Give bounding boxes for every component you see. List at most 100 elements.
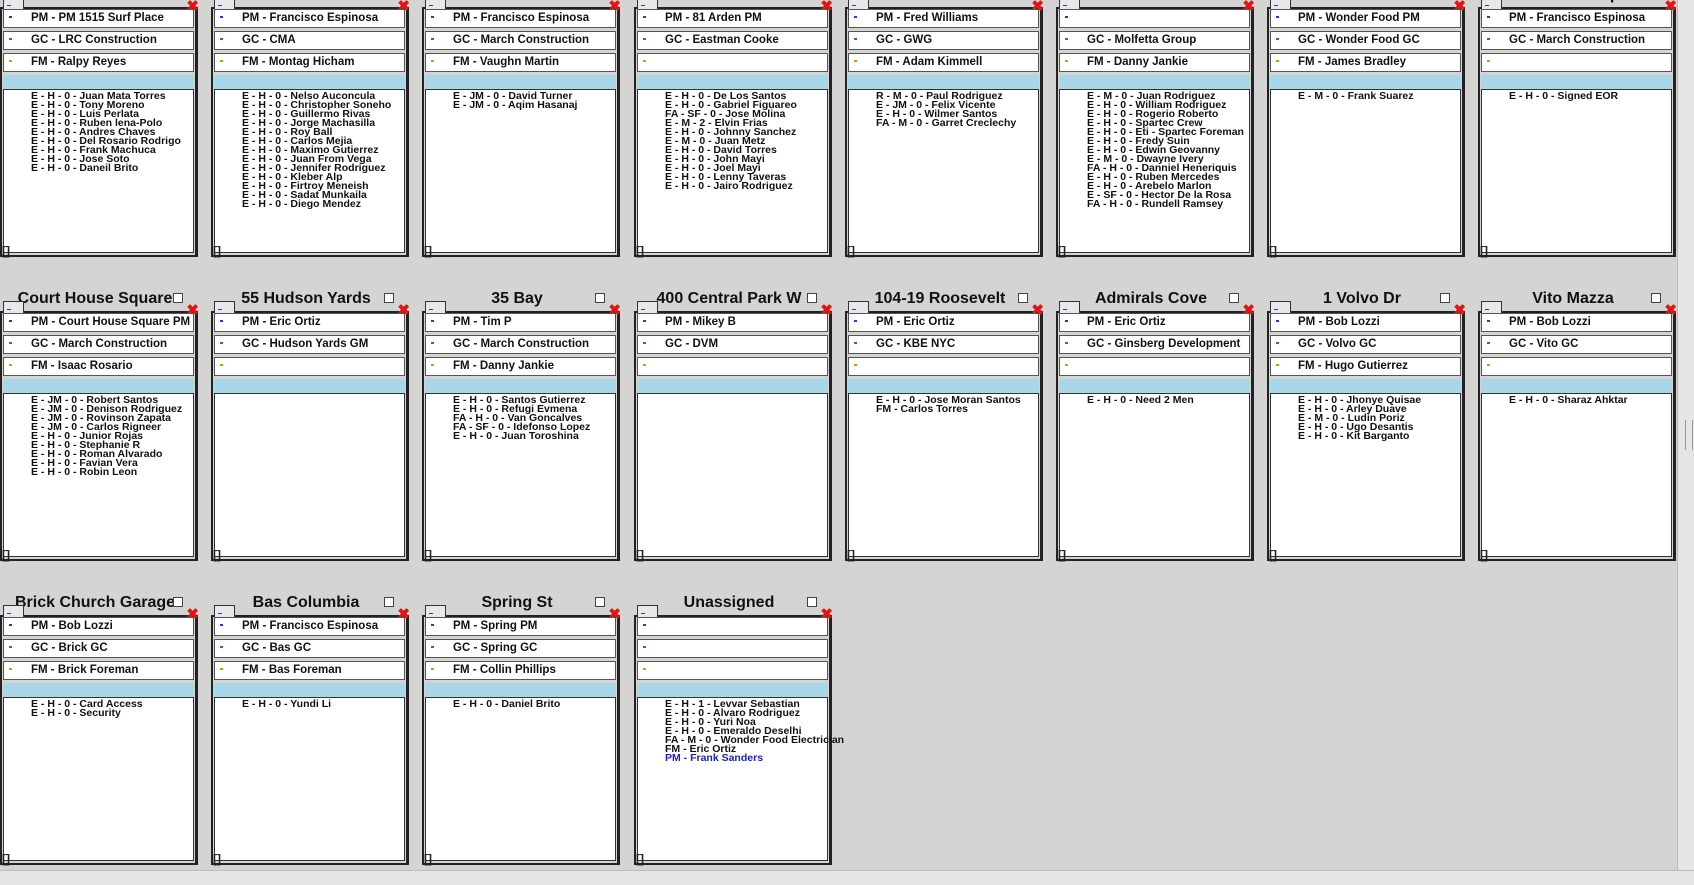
gc-row[interactable]: GC - Wonder Food GC [1270, 31, 1461, 50]
pm-row[interactable]: PM - Francisco Espinosa [214, 617, 405, 636]
resize-handle-icon[interactable]: [] [213, 853, 221, 865]
resize-handle-icon[interactable]: [] [1480, 245, 1488, 257]
pm-row[interactable]: PM - Bob Lozzi [1270, 313, 1461, 332]
fm-row[interactable] [637, 53, 828, 72]
worker-entry[interactable]: E - H - 0 - Kit Barganto [1298, 431, 1460, 442]
fm-row[interactable]: FM - Hugo Gutierrez [1270, 357, 1461, 376]
pm-row[interactable]: PM - Francisco Espinosa [425, 9, 616, 28]
resize-handle-icon[interactable]: [] [1269, 245, 1277, 257]
fm-row[interactable] [848, 357, 1039, 376]
pm-row[interactable]: PM - Eric Ortiz [1059, 313, 1250, 332]
resize-handle-icon[interactable]: [] [424, 245, 432, 257]
worker-list[interactable]: E - H - 0 - Need 2 Men [1059, 393, 1250, 557]
resize-handle-icon[interactable]: [] [2, 549, 10, 561]
pm-row[interactable]: PM - Fred Williams [848, 9, 1039, 28]
gc-row[interactable]: GC - CMA [214, 31, 405, 50]
pm-row[interactable]: PM - Tim P [425, 313, 616, 332]
resize-handle-icon[interactable]: [] [424, 853, 432, 865]
fm-row[interactable] [1481, 357, 1672, 376]
worker-entry[interactable]: E - M - 0 - Frank Suarez [1298, 91, 1460, 102]
worker-list[interactable]: E - H - 0 - Yundi Li [214, 697, 405, 861]
resize-handle-icon[interactable]: [] [424, 549, 432, 561]
fm-row[interactable] [1481, 53, 1672, 72]
gc-row[interactable]: GC - Volvo GC [1270, 335, 1461, 354]
worker-entry[interactable]: E - H - 0 - Jairo Rodriguez [665, 181, 827, 192]
gc-row[interactable]: GC - DVM [637, 335, 828, 354]
worker-list[interactable]: R - M - 0 - Paul Rodriguez E - JM - 0 - F… [848, 89, 1039, 253]
fm-row[interactable] [637, 357, 828, 376]
worker-list[interactable]: E - H - 0 - Daniel Brito [425, 697, 616, 861]
worker-entry[interactable]: FA - H - 0 - Rundell Ramsey [1087, 199, 1249, 210]
worker-entry[interactable]: E - H - 0 - Need 2 Men [1087, 395, 1249, 406]
resize-handle-icon[interactable]: [] [1058, 245, 1066, 257]
resize-handle-icon[interactable]: [] [1269, 549, 1277, 561]
fm-row[interactable]: FM - Collin Phillips [425, 661, 616, 680]
pm-row[interactable]: PM - Bob Lozzi [1481, 313, 1672, 332]
worker-list[interactable]: E - H - 0 - Signed EOR [1481, 89, 1672, 253]
gc-row[interactable]: GC - Brick GC [3, 639, 194, 658]
fm-row[interactable] [637, 661, 828, 680]
fm-row[interactable]: FM - Vaughn Martin [425, 53, 616, 72]
gc-row[interactable]: GC - GWG [848, 31, 1039, 50]
checkbox-icon[interactable] [1018, 293, 1028, 303]
checkbox-icon[interactable] [807, 293, 817, 303]
pm-row[interactable]: PM - Court House Square PM [3, 313, 194, 332]
checkbox-icon[interactable] [173, 293, 183, 303]
resize-handle-icon[interactable]: [] [213, 549, 221, 561]
checkbox-icon[interactable] [173, 597, 183, 607]
pm-row[interactable]: PM - Spring PM [425, 617, 616, 636]
fm-row[interactable]: FM - Brick Foreman [3, 661, 194, 680]
worker-list[interactable]: E - H - 1 - Levvar Sebastian E - H - 0 - … [637, 697, 844, 861]
worker-list[interactable] [637, 393, 828, 557]
worker-entry[interactable]: E - H - 0 - Diego Mendez [242, 199, 404, 210]
resize-handle-icon[interactable]: [] [1480, 549, 1488, 561]
worker-entry[interactable]: E - H - 0 - Yundi Li [242, 699, 404, 710]
resize-handle-icon[interactable]: [] [636, 853, 644, 865]
worker-list[interactable]: E - H - 0 - Nelso Auconcula E - H - 0 - C… [214, 89, 405, 253]
checkbox-icon[interactable] [1440, 293, 1450, 303]
resize-handle-icon[interactable]: [] [1058, 549, 1066, 561]
worker-list[interactable]: E - H - 0 - Sharaz Ahktar [1481, 393, 1672, 557]
worker-entry[interactable]: E - H - 0 - Security [31, 708, 193, 719]
worker-list[interactable]: E - H - 0 - Jose Moran Santos FM - Carlos… [848, 393, 1039, 557]
worker-entry[interactable]: E - H - 0 - Robin Leon [31, 467, 193, 478]
gc-row[interactable] [637, 639, 828, 658]
resize-handle-icon[interactable]: [] [2, 853, 10, 865]
worker-entry[interactable]: E - H - 0 - Juan Toroshina [453, 431, 615, 442]
worker-entry[interactable]: FA - M - 0 - Garret Creclechy [876, 118, 1038, 129]
pm-row[interactable]: PM - PM 1515 Surf Place [3, 9, 194, 28]
checkbox-icon[interactable] [384, 293, 394, 303]
worker-list[interactable] [214, 393, 405, 557]
gc-row[interactable]: GC - March Construction [1481, 31, 1672, 50]
gc-row[interactable]: GC - LRC Construction [3, 31, 194, 50]
checkbox-icon[interactable] [595, 293, 605, 303]
worker-list[interactable]: E - H - 0 - Jhonye Quisae E - H - 0 - Arl… [1270, 393, 1461, 557]
gc-row[interactable]: GC - March Construction [425, 335, 616, 354]
gc-row[interactable]: GC - Vito GC [1481, 335, 1672, 354]
pm-row[interactable]: PM - Wonder Food PM [1270, 9, 1461, 28]
pm-row[interactable] [637, 617, 828, 636]
fm-row[interactable]: FM - Ralpy Reyes [3, 53, 194, 72]
gc-row[interactable]: GC - Molfetta Group [1059, 31, 1250, 50]
pm-row[interactable] [1059, 9, 1250, 28]
checkbox-icon[interactable] [595, 597, 605, 607]
fm-row[interactable]: FM - Adam Kimmell [848, 53, 1039, 72]
horizontal-scrollbar[interactable] [0, 870, 1694, 885]
worker-list[interactable]: E - JM - 0 - Robert Santos E - JM - 0 - D… [3, 393, 194, 557]
pm-row[interactable]: PM - Eric Ortiz [214, 313, 405, 332]
checkbox-icon[interactable] [1229, 293, 1239, 303]
resize-handle-icon[interactable]: [] [213, 245, 221, 257]
resize-handle-icon[interactable]: [] [2, 245, 10, 257]
fm-row[interactable]: FM - Danny Jankie [425, 357, 616, 376]
pm-row[interactable]: PM - Francisco Espinosa [214, 9, 405, 28]
worker-list[interactable]: E - H - 0 - Card Access E - H - 0 - Secur… [3, 697, 194, 861]
worker-entry[interactable]: E - H - 0 - Daniel Brito [453, 699, 615, 710]
gc-row[interactable]: GC - Ginsberg Development [1059, 335, 1250, 354]
gc-row[interactable]: GC - Spring GC [425, 639, 616, 658]
gc-row[interactable]: GC - Hudson Yards GM [214, 335, 405, 354]
pm-row[interactable]: PM - Mikey B [637, 313, 828, 332]
worker-entry[interactable]: E - JM - 0 - Aqim Hasanaj [453, 100, 615, 111]
resize-handle-icon[interactable]: [] [847, 245, 855, 257]
fm-row[interactable] [1059, 357, 1250, 376]
gc-row[interactable]: GC - Bas GC [214, 639, 405, 658]
